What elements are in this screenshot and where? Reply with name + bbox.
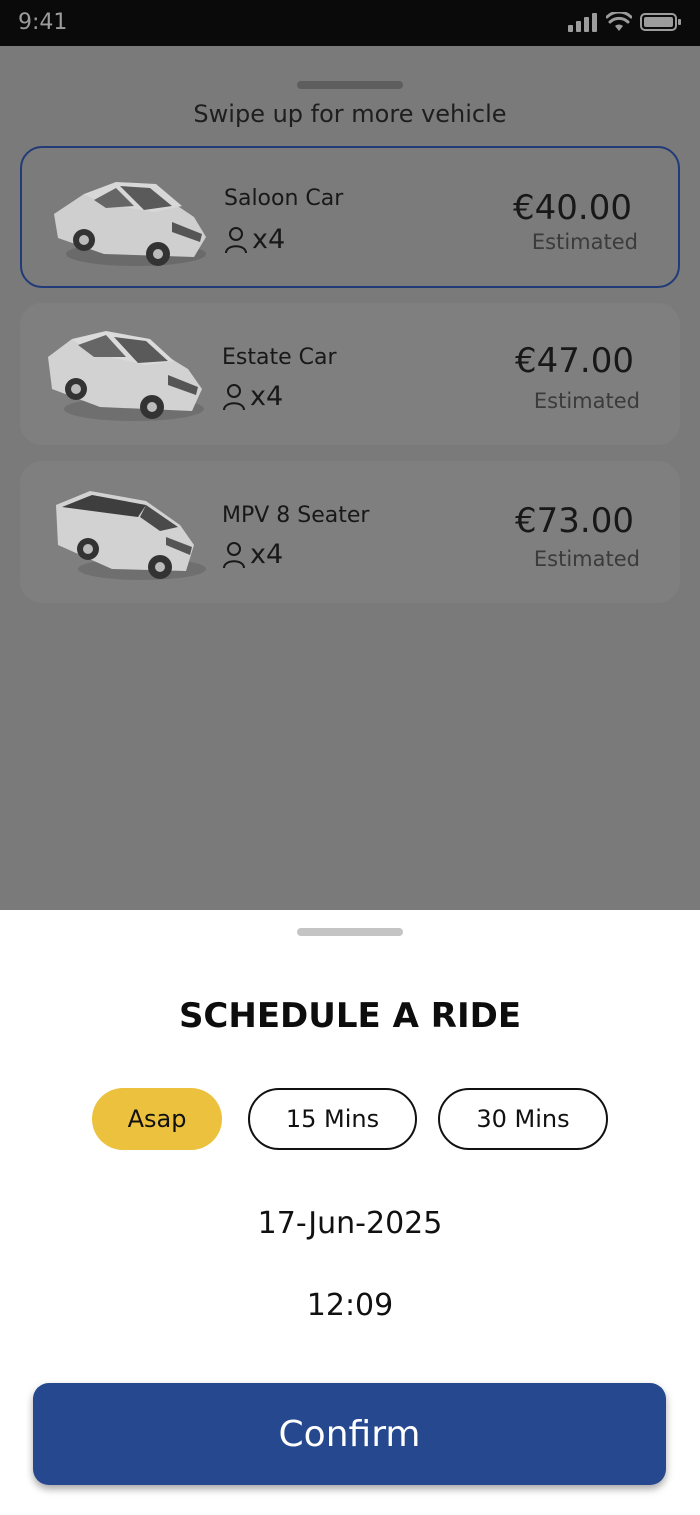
option-30-mins-chip[interactable]: 30 Mins <box>438 1088 608 1150</box>
vehicle-name: Saloon Car <box>224 186 344 211</box>
vehicle-card-mpv[interactable]: MPV 8 Seater x4 €73.00 Estimated <box>20 461 680 603</box>
vehicle-price: €40.00 <box>513 188 632 228</box>
option-asap-chip[interactable]: Asap <box>92 1088 222 1150</box>
passenger-capacity: x4 <box>224 224 285 255</box>
capacity-count: x4 <box>252 224 286 255</box>
cellular-signal-icon <box>568 13 597 32</box>
vehicle-list-drag-handle[interactable] <box>297 81 403 89</box>
schedule-ride-sheet: SCHEDULE A RIDE Asap 15 Mins 30 Mins 17-… <box>0 910 700 1515</box>
capacity-count: x4 <box>250 539 284 570</box>
person-icon <box>223 383 245 410</box>
price-estimated-label: Estimated <box>533 389 640 413</box>
vehicle-name: MPV 8 Seater <box>222 503 370 528</box>
swipe-hint: Swipe up for more vehicle <box>193 100 507 128</box>
battery-icon <box>640 13 681 31</box>
person-icon <box>223 541 245 568</box>
vehicle-price: €73.00 <box>515 501 634 541</box>
sheet-drag-handle[interactable] <box>297 928 403 936</box>
status-icons <box>568 12 682 32</box>
person-icon <box>225 226 247 253</box>
vehicle-name: Estate Car <box>222 345 337 370</box>
date-picker[interactable]: 17-Jun-2025 <box>0 1206 700 1241</box>
time-picker[interactable]: 12:09 <box>0 1288 700 1323</box>
wifi-icon <box>606 12 632 31</box>
vehicle-card-saloon[interactable]: Saloon Car x4 €40.00 Estimated <box>20 146 680 288</box>
vehicle-card-estate[interactable]: Estate Car x4 €47.00 Estimated <box>20 303 680 445</box>
mpv-car-image <box>56 491 206 580</box>
confirm-button[interactable]: Confirm <box>33 1383 666 1485</box>
vehicle-price: €47.00 <box>515 341 634 381</box>
price-estimated-label: Estimated <box>533 547 640 571</box>
status-time: 9:41 <box>18 10 68 35</box>
option-15-mins-chip[interactable]: 15 Mins <box>248 1088 417 1150</box>
sheet-title: SCHEDULE A RIDE <box>178 996 522 1036</box>
capacity-count: x4 <box>250 381 284 412</box>
saloon-car-image <box>54 182 206 266</box>
status-bar: 9:41 <box>0 0 700 46</box>
estate-car-image <box>48 331 204 421</box>
vehicle-list-overlay[interactable]: Swipe up for more vehicle Saloon Car x4 … <box>0 46 700 910</box>
passenger-capacity: x4 <box>222 539 283 570</box>
price-estimated-label: Estimated <box>531 230 638 254</box>
passenger-capacity: x4 <box>222 381 283 412</box>
